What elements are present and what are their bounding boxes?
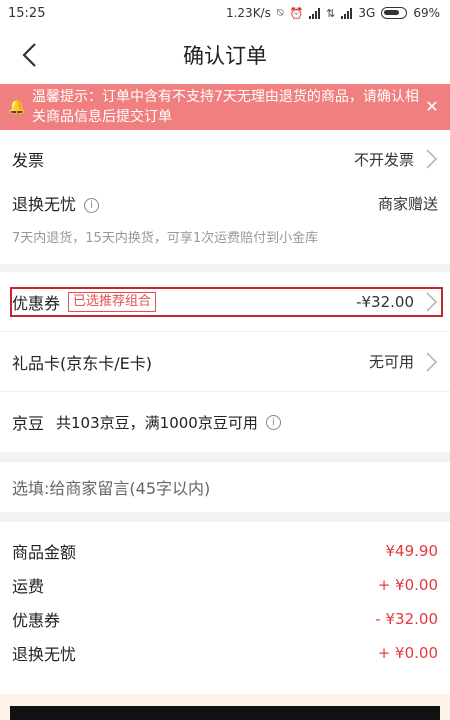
invoice-value: 不开发票 xyxy=(353,150,414,169)
chevron-left-icon xyxy=(22,43,36,67)
coupon-highlight-box xyxy=(10,287,443,317)
giftcard-label: 礼品卡(京东卡/E卡) xyxy=(12,353,152,373)
invoice-row[interactable]: 发票 不开发票 xyxy=(0,130,450,188)
redacted-bar xyxy=(10,706,440,720)
signal-icon xyxy=(309,7,321,19)
back-button[interactable] xyxy=(16,40,46,70)
giftcard-row[interactable]: 礼品卡(京东卡/E卡) 无可用 xyxy=(0,332,450,392)
message-input[interactable]: 选填:给商家留言(45字以内) xyxy=(12,475,210,499)
returns-desc-row: 7天内退货，15天内换货，可享1次运费赔付到小金库 xyxy=(0,218,450,254)
page-title: 确认订单 xyxy=(183,44,267,68)
chevron-right-icon xyxy=(426,351,438,372)
status-indicators: 1.23K/s ⍉ ⏰ ⇅ 3G 69% xyxy=(226,6,440,20)
info-icon[interactable]: i xyxy=(265,414,281,430)
summary-label: 优惠券 xyxy=(12,611,61,630)
jingdou-label: 京豆 xyxy=(12,414,45,433)
notice-text: 温馨提示：订单中含有不支持7天无理由退货的商品，请确认相关商品信息后提交订单 xyxy=(32,89,419,125)
invoice-label: 发票 xyxy=(12,151,45,170)
summary-label: 运费 xyxy=(12,577,45,596)
bell-icon: 🔔 xyxy=(8,99,26,115)
summary-row: 退换无忧 + ¥0.00 xyxy=(0,636,450,670)
mute-icon: ⍉ xyxy=(276,6,284,19)
bottom-bar xyxy=(0,694,450,720)
summary-value: ¥49.90 xyxy=(385,542,439,560)
jingdou-desc: 共103京豆，满1000京豆可用 xyxy=(56,413,258,432)
alarm-icon: ⏰ xyxy=(289,6,304,20)
status-bar: 15:25 1.23K/s ⍉ ⏰ ⇅ 3G 69% xyxy=(0,0,450,26)
summary-value: - ¥32.00 xyxy=(375,610,438,628)
nav-bar: 确认订单 xyxy=(0,26,450,84)
summary-label: 退换无忧 xyxy=(12,645,77,664)
battery-icon xyxy=(381,7,408,19)
returns-label: 退换无忧 xyxy=(12,195,77,214)
giftcard-value: 无可用 xyxy=(368,353,414,371)
data-arrows-icon: ⇅ xyxy=(326,6,336,20)
summary-value: + ¥0.00 xyxy=(377,576,438,594)
returns-value: 商家赠送 xyxy=(377,194,438,213)
summary-card: 商品金额 ¥49.90 运费 + ¥0.00 优惠券 - ¥32.00 退换无忧… xyxy=(0,522,450,694)
close-icon[interactable]: ✕ xyxy=(422,97,442,117)
notice-banner: 🔔 温馨提示：订单中含有不支持7天无理由退货的商品，请确认相关商品信息后提交订单… xyxy=(0,84,450,130)
status-time: 15:25 xyxy=(8,5,46,21)
chevron-right-icon xyxy=(426,149,438,169)
signal-icon-2 xyxy=(341,7,353,19)
message-card: 选填:给商家留言(45字以内) xyxy=(0,462,450,512)
invoice-returns-card: 发票 不开发票 退换无忧 i 商家赠送 7天内退货，15天内换货，可享1次运费赔付… xyxy=(0,130,450,264)
battery-level: 69% xyxy=(413,6,440,20)
network-speed: 1.23K/s xyxy=(225,6,271,20)
summary-row: 优惠券 - ¥32.00 xyxy=(0,602,450,636)
returns-desc: 7天内退货，15天内换货，可享1次运费赔付到小金库 xyxy=(12,230,319,246)
jingdou-row: 京豆 共103京豆，满1000京豆可用 i xyxy=(0,392,450,452)
summary-value: + ¥0.00 xyxy=(377,644,438,662)
info-icon[interactable]: i xyxy=(84,198,100,213)
summary-row: 商品金额 ¥49.90 xyxy=(0,534,450,568)
network-type: 3G xyxy=(358,6,376,20)
summary-row: 运费 + ¥0.00 xyxy=(0,568,450,602)
summary-label: 商品金额 xyxy=(12,543,77,562)
returns-row: 退换无忧 i 商家赠送 xyxy=(0,188,450,218)
